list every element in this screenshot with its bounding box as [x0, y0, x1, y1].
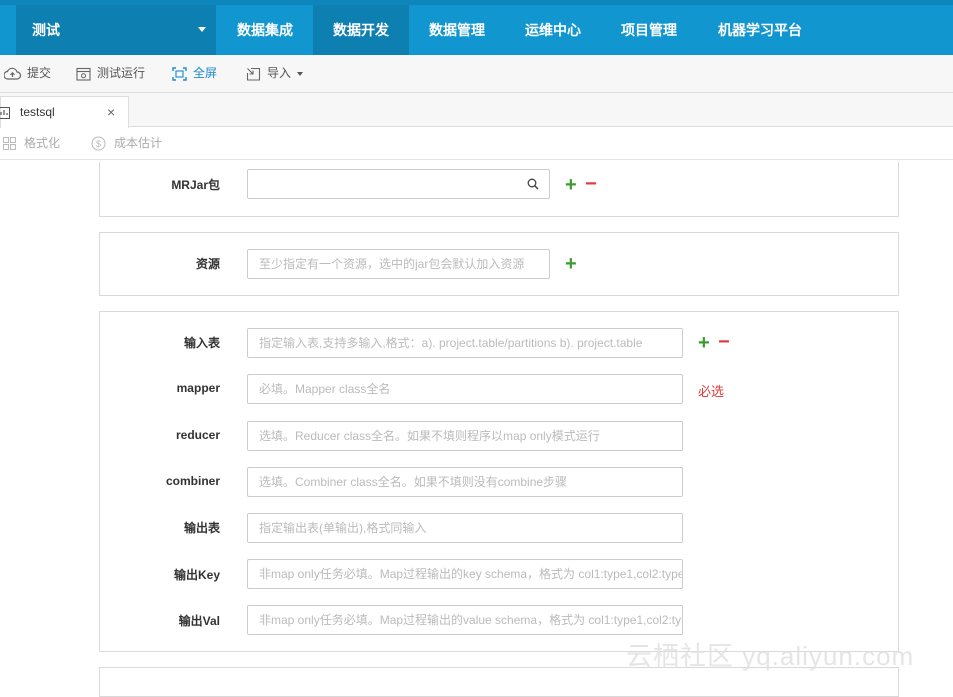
- watermark-text: 云栖社区 yq.aliyun.com: [626, 641, 915, 671]
- submit-button[interactable]: 提交: [3, 55, 52, 93]
- editor-sub-toolbar: 格式化 $ 成本估计: [0, 128, 953, 160]
- submit-label: 提交: [27, 66, 52, 80]
- sql-file-icon: [0, 107, 10, 119]
- svg-text:$: $: [96, 139, 101, 149]
- resource-placeholder: 至少指定有一个资源，选中的jar包会默认加入资源: [259, 257, 525, 271]
- input-table-label: 输入表: [183, 336, 220, 350]
- mrjar-label: MRJar包: [171, 178, 220, 192]
- fullscreen-label: 全屏: [193, 66, 218, 80]
- fullscreen-button[interactable]: 全屏: [172, 55, 217, 93]
- mapper-label: mapper: [176, 381, 220, 395]
- editor-tab-bar: testsql ×: [0, 93, 953, 128]
- editor-toolbar: 提交 测试运行 全屏 导入: [0, 55, 953, 93]
- nav-data-integration[interactable]: 数据集成: [222, 5, 308, 55]
- output-val-placeholder: 非map only任务必填。Map过程输出的value schema，格式为 c…: [259, 613, 683, 627]
- test-run-button[interactable]: 测试运行: [76, 55, 145, 93]
- add-resource-button[interactable]: +: [565, 254, 577, 274]
- add-input-table-button[interactable]: +: [698, 333, 710, 353]
- resource-label: 资源: [195, 257, 220, 271]
- tab-close-icon[interactable]: ×: [107, 97, 115, 127]
- output-key-placeholder: 非map only任务必填。Map过程输出的key schema，格式为 col…: [259, 567, 683, 581]
- dollar-icon: $: [91, 136, 106, 151]
- mrjar-panel: MRJar包 + −: [99, 162, 899, 217]
- grid-icon: [3, 137, 16, 151]
- remove-input-table-button[interactable]: −: [718, 332, 730, 352]
- mrjar-input[interactable]: [247, 169, 550, 199]
- remove-mrjar-button[interactable]: −: [585, 174, 597, 194]
- format-label: 格式化: [24, 136, 61, 150]
- fullscreen-icon: [172, 67, 187, 81]
- nav-project-management[interactable]: 项目管理: [606, 5, 692, 55]
- nav-ml-platform[interactable]: 机器学习平台: [702, 5, 818, 55]
- reducer-placeholder: 选填。Reducer class全名。如果不填则程序以map only模式运行: [259, 429, 600, 443]
- output-table-placeholder: 指定输出表(单输出),格式同输入: [259, 521, 427, 535]
- mapreduce-panel: 输入表 指定输入表,支持多输入,格式：a). project.table/par…: [99, 311, 899, 652]
- input-table-field[interactable]: 指定输入表,支持多输入,格式：a). project.table/partiti…: [247, 328, 683, 358]
- search-icon[interactable]: [527, 178, 539, 190]
- tab-testsql[interactable]: testsql ×: [0, 96, 129, 128]
- project-name: 测试: [32, 22, 60, 38]
- mapper-required-note: 必选: [698, 384, 725, 399]
- output-val-field[interactable]: 非map only任务必填。Map过程输出的value schema，格式为 c…: [247, 605, 683, 635]
- input-table-placeholder: 指定输入表,支持多输入,格式：a). project.table/partiti…: [259, 336, 643, 350]
- project-selector[interactable]: 测试: [16, 5, 216, 55]
- output-table-field[interactable]: 指定输出表(单输出),格式同输入: [247, 513, 683, 543]
- import-icon: [246, 67, 261, 81]
- format-button[interactable]: 格式化: [3, 128, 60, 160]
- resource-panel: 资源 至少指定有一个资源，选中的jar包会默认加入资源 +: [99, 232, 899, 296]
- nav-operation-center[interactable]: 运维中心: [510, 5, 596, 55]
- import-caret-icon: [297, 71, 304, 76]
- output-key-label: 输出Key: [173, 568, 220, 582]
- tab-label: testsql: [20, 105, 55, 119]
- import-label: 导入: [267, 66, 292, 80]
- reducer-label: reducer: [175, 428, 220, 442]
- combiner-placeholder: 选填。Combiner class全名。如果不填则没有combine步骤: [259, 475, 568, 489]
- mapper-placeholder: 必填。Mapper class全名: [259, 382, 391, 396]
- test-run-label: 测试运行: [97, 66, 146, 80]
- calendar-run-icon: [76, 67, 91, 81]
- nav-data-management[interactable]: 数据管理: [414, 5, 500, 55]
- combiner-label: combiner: [165, 474, 220, 488]
- cost-estimate-button[interactable]: $ 成本估计: [91, 128, 162, 160]
- output-val-label: 输出Val: [178, 614, 220, 628]
- import-dropdown[interactable]: 导入: [246, 55, 304, 93]
- nav-data-development[interactable]: 数据开发: [313, 5, 409, 55]
- add-mrjar-button[interactable]: +: [565, 175, 577, 195]
- combiner-field[interactable]: 选填。Combiner class全名。如果不填则没有combine步骤: [247, 467, 683, 497]
- resource-input[interactable]: 至少指定有一个资源，选中的jar包会默认加入资源: [247, 249, 550, 279]
- top-nav-bar: 测试 数据集成 数据开发 数据管理 运维中心 项目管理 机器学习平台: [0, 0, 953, 55]
- output-key-field[interactable]: 非map only任务必填。Map过程输出的key schema，格式为 col…: [247, 559, 683, 589]
- cost-estimate-label: 成本估计: [114, 136, 163, 150]
- output-table-label: 输出表: [183, 521, 220, 535]
- caret-down-icon: [198, 27, 206, 32]
- cloud-upload-icon: [3, 68, 22, 80]
- reducer-field[interactable]: 选填。Reducer class全名。如果不填则程序以map only模式运行: [247, 421, 683, 451]
- mapper-field[interactable]: 必填。Mapper class全名: [247, 374, 683, 404]
